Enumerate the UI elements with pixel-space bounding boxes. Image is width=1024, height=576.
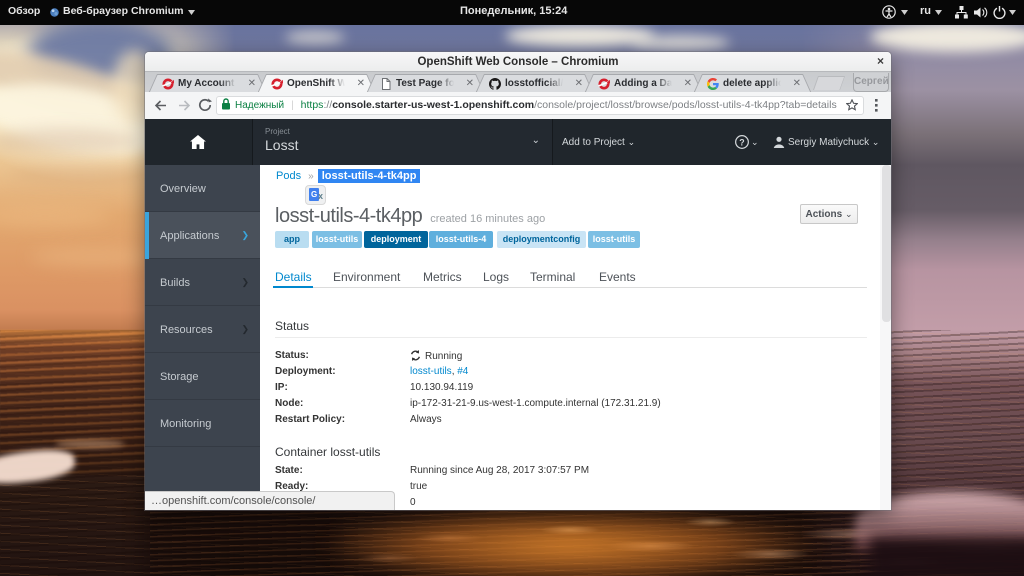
- svg-text:?: ?: [739, 137, 744, 147]
